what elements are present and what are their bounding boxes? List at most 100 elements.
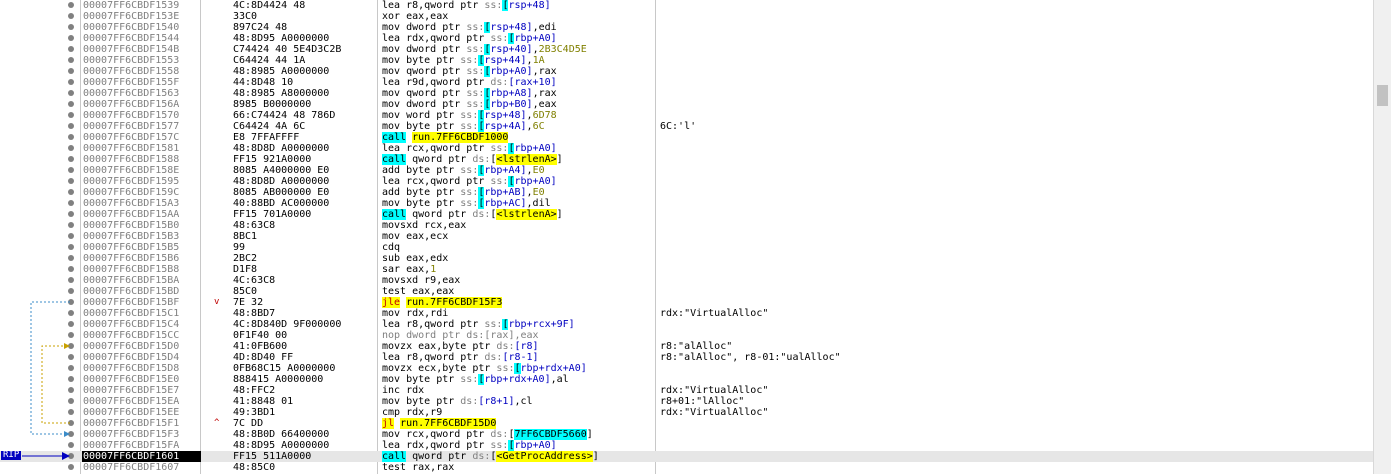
disassembly-cell[interactable]: cmp rdx,r9 <box>382 407 442 418</box>
instruction-row[interactable]: 00007FF6CBDF155F 44:8D48 10 lea r9d,qword … <box>0 77 1374 88</box>
instruction-row[interactable]: 00007FF6CBDF15B6 2BC2 sub eax,edx <box>0 253 1374 264</box>
disassembly-cell[interactable]: lea r8,qword ptr ss:[rbp+rcx+9F] <box>382 319 575 330</box>
instruction-row[interactable]: 00007FF6CBDF153E 33C0 xor eax,eax <box>0 11 1374 22</box>
address-cell[interactable]: 00007FF6CBDF155F <box>82 77 201 88</box>
disassembly-cell[interactable]: add byte ptr ss:[rbp+A4],E0 <box>382 165 545 176</box>
instruction-row[interactable]: 00007FF6CBDF15C1 48:8BD7 mov rdx,rdi rdx:"V… <box>0 308 1374 319</box>
instruction-row[interactable]: 00007FF6CBDF15E7 48:FFC2 inc rdx rdx:"Virtu… <box>0 385 1374 396</box>
disassembly-cell[interactable]: movzx ecx,byte ptr ss:[rbp+rdx+A0] <box>382 363 587 374</box>
instruction-row[interactable]: 00007FF6CBDF1544 48:8D95 A0000000 lea rdx,… <box>0 33 1374 44</box>
address-cell[interactable]: 00007FF6CBDF15A3 <box>82 198 201 209</box>
disassembly-cell[interactable]: call qword ptr ds:[<GetProcAddress>] <box>382 451 599 462</box>
address-cell[interactable]: 00007FF6CBDF15FA <box>82 440 201 451</box>
instruction-row[interactable]: 00007FF6CBDF15E0 888415 A0000000 mov byte … <box>0 374 1374 385</box>
address-cell[interactable]: 00007FF6CBDF15C4 <box>82 319 201 330</box>
instruction-row[interactable]: 00007FF6CBDF15D4 4D:8D40 FF lea r8,qword p… <box>0 352 1374 363</box>
disassembly-cell[interactable]: lea r8,qword ptr ds:[r8-1] <box>382 352 539 363</box>
disassembly-cell[interactable]: mov byte ptr ss:[rsp+4A],6C <box>382 121 545 132</box>
instruction-row[interactable]: 00007FF6CBDF1553 C64424 44 1A mov byte ptr… <box>0 55 1374 66</box>
instruction-row[interactable]: 00007FF6CBDF15F3 48:8B0D 66400000 mov rcx,… <box>0 429 1374 440</box>
vertical-scrollbar[interactable] <box>1373 0 1391 474</box>
address-cell[interactable]: 00007FF6CBDF15B5 <box>82 242 201 253</box>
instruction-row[interactable]: 00007FF6CBDF15BA 4C:63C8 movsxd r9,eax <box>0 275 1374 286</box>
instruction-row[interactable]: 00007FF6CBDF159C 8085 AB000000 E0 add byte… <box>0 187 1374 198</box>
address-cell[interactable]: 00007FF6CBDF15B3 <box>82 231 201 242</box>
instruction-row[interactable]: 00007FF6CBDF15B3 8BC1 mov eax,ecx <box>0 231 1374 242</box>
disassembly-cell[interactable]: mov rdx,rdi <box>382 308 448 319</box>
address-cell[interactable]: 00007FF6CBDF15BF <box>82 297 201 308</box>
disassembly-cell[interactable]: jle run.7FF6CBDF15F3 <box>382 297 503 308</box>
address-cell[interactable]: 00007FF6CBDF158E <box>82 165 201 176</box>
disassembly-cell[interactable]: mov rcx,qword ptr ds:[7FF6CBDF5660] <box>382 429 593 440</box>
disassembly-cell[interactable]: mov dword ptr ss:[rsp+48],edi <box>382 22 557 33</box>
address-cell[interactable]: 00007FF6CBDF1558 <box>82 66 201 77</box>
address-cell[interactable]: 00007FF6CBDF1563 <box>82 88 201 99</box>
instruction-row[interactable]: 00007FF6CBDF1570 66:C74424 48 786D mov wor… <box>0 110 1374 121</box>
instruction-row[interactable]: 00007FF6CBDF1588 FF15 921A0000 call qword … <box>0 154 1374 165</box>
instruction-row[interactable]: 00007FF6CBDF15B5 99 cdq <box>0 242 1374 253</box>
address-cell[interactable]: 00007FF6CBDF15C1 <box>82 308 201 319</box>
instruction-row[interactable]: 00007FF6CBDF1577 C64424 4A 6C mov byte ptr… <box>0 121 1374 132</box>
address-cell[interactable]: 00007FF6CBDF15D4 <box>82 352 201 363</box>
address-cell[interactable]: 00007FF6CBDF15D0 <box>82 341 201 352</box>
disassembly-cell[interactable]: add byte ptr ss:[rbp+AB],E0 <box>382 187 545 198</box>
address-cell[interactable]: 00007FF6CBDF15F3 <box>82 429 201 440</box>
address-cell[interactable]: 00007FF6CBDF15B0 <box>82 220 201 231</box>
disassembly-cell[interactable]: lea rdx,qword ptr ss:[rbp+A0] <box>382 440 557 451</box>
address-cell[interactable]: 00007FF6CBDF156A <box>82 99 201 110</box>
disassembly-cell[interactable]: sub eax,edx <box>382 253 448 264</box>
current-instruction-row[interactable]: 00007FF6CBDF1601 FF15 511A0000 call qword … <box>0 451 1374 462</box>
address-cell[interactable]: 00007FF6CBDF15EE <box>82 407 201 418</box>
disassembly-cell[interactable]: test eax,eax <box>382 286 454 297</box>
address-cell[interactable]: 00007FF6CBDF1570 <box>82 110 201 121</box>
address-cell[interactable]: 00007FF6CBDF1539 <box>82 0 201 11</box>
address-cell[interactable]: 00007FF6CBDF15BA <box>82 275 201 286</box>
address-cell[interactable]: 00007FF6CBDF159C <box>82 187 201 198</box>
instruction-row[interactable]: 00007FF6CBDF1607 48:85C0 test rax,rax <box>0 462 1374 473</box>
scrollbar-thumb[interactable] <box>1377 85 1388 106</box>
disassembly-cell[interactable]: lea rdx,qword ptr ss:[rbp+A0] <box>382 33 557 44</box>
disassembly-cell[interactable]: mov byte ptr ds:[r8+1],cl <box>382 396 533 407</box>
disassembly-cell[interactable]: xor eax,eax <box>382 11 448 22</box>
disassembly-view[interactable]: 00007FF6CBDF1539 4C:8D4424 48 lea r8,qword… <box>0 0 1391 474</box>
address-cell[interactable]: 00007FF6CBDF15CC <box>82 330 201 341</box>
disassembly-cell[interactable]: nop dword ptr ds:[rax],eax <box>382 330 539 341</box>
instruction-row[interactable]: 00007FF6CBDF1581 48:8D8D A0000000 lea rcx,… <box>0 143 1374 154</box>
instruction-row[interactable]: 00007FF6CBDF156A 8985 B0000000 mov dword p… <box>0 99 1374 110</box>
address-cell[interactable]: 00007FF6CBDF15E0 <box>82 374 201 385</box>
address-cell[interactable]: 00007FF6CBDF15EA <box>82 396 201 407</box>
instruction-row[interactable]: 00007FF6CBDF15AA FF15 701A0000 call qword … <box>0 209 1374 220</box>
instruction-row[interactable]: 00007FF6CBDF15EE 49:3BD1 cmp rdx,r9 rdx:"Vi… <box>0 407 1374 418</box>
address-cell[interactable]: 00007FF6CBDF1553 <box>82 55 201 66</box>
instruction-row[interactable]: 00007FF6CBDF15C4 4C:8D840D 9F000000 lea r8… <box>0 319 1374 330</box>
disassembly-cell[interactable]: call qword ptr ds:[<lstrlenA>] <box>382 209 563 220</box>
disassembly-cell[interactable]: mov word ptr ss:[rsp+48],6D78 <box>382 110 557 121</box>
disassembly-cell[interactable]: mov qword ptr ss:[rbp+A0],rax <box>382 66 557 77</box>
address-cell[interactable]: 00007FF6CBDF1581 <box>82 143 201 154</box>
instruction-row[interactable]: 00007FF6CBDF15B8 D1F8 sar eax,1 <box>0 264 1374 275</box>
disassembly-cell[interactable]: lea rcx,qword ptr ss:[rbp+A0] <box>382 176 557 187</box>
disassembly-cell[interactable]: call run.7FF6CBDF1000 <box>382 132 509 143</box>
address-cell[interactable]: 00007FF6CBDF15F1 <box>82 418 201 429</box>
instruction-row[interactable]: 00007FF6CBDF15EA 41:8848 01 mov byte ptr d… <box>0 396 1374 407</box>
disassembly-cell[interactable]: mov eax,ecx <box>382 231 448 242</box>
address-cell[interactable]: 00007FF6CBDF1577 <box>82 121 201 132</box>
instruction-row[interactable]: 00007FF6CBDF15BD 85C0 test eax,eax <box>0 286 1374 297</box>
address-cell[interactable]: 00007FF6CBDF15BD <box>82 286 201 297</box>
instruction-row[interactable]: 00007FF6CBDF15FA 48:8D95 A0000000 lea rdx,… <box>0 440 1374 451</box>
instruction-row[interactable]: 00007FF6CBDF157C E8 7FFAFFFF call run.7FF6… <box>0 132 1374 143</box>
disassembly-cell[interactable]: movsxd rcx,eax <box>382 220 466 231</box>
disassembly-cell[interactable]: movzx eax,byte ptr ds:[r8] <box>382 341 539 352</box>
disassembly-cell[interactable]: mov dword ptr ss:[rsp+40],2B3C4D5E <box>382 44 587 55</box>
instruction-row[interactable]: 00007FF6CBDF15D8 0FB68C15 A0000000 movzx e… <box>0 363 1374 374</box>
disassembly-cell[interactable]: lea r9d,qword ptr ds:[rax+10] <box>382 77 557 88</box>
instruction-row[interactable]: 00007FF6CBDF15F1 ^ 7C DD jl run.7FF6CBDF15D… <box>0 418 1374 429</box>
address-cell[interactable]: 00007FF6CBDF1588 <box>82 154 201 165</box>
disassembly-cell[interactable]: lea rcx,qword ptr ss:[rbp+A0] <box>382 143 557 154</box>
instruction-row[interactable]: 00007FF6CBDF15CC 0F1F40 00 nop dword ptr d… <box>0 330 1374 341</box>
disassembly-cell[interactable]: movsxd r9,eax <box>382 275 460 286</box>
instruction-row[interactable]: 00007FF6CBDF15B0 48:63C8 movsxd rcx,eax <box>0 220 1374 231</box>
address-cell[interactable]: 00007FF6CBDF15AA <box>82 209 201 220</box>
address-cell[interactable]: 00007FF6CBDF1540 <box>82 22 201 33</box>
address-cell[interactable]: 00007FF6CBDF157C <box>82 132 201 143</box>
